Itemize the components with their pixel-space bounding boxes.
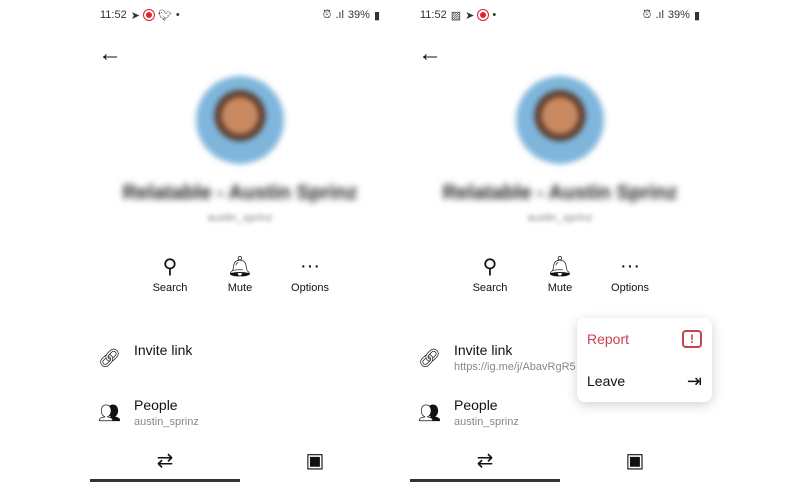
status-time: 11:52 bbox=[100, 9, 127, 21]
people-row[interactable]: 👥︎ People austin_sprinz bbox=[418, 397, 519, 428]
tab-repost[interactable]: ⇄ bbox=[90, 446, 240, 482]
avatar bbox=[516, 76, 604, 164]
leave-label: Leave bbox=[587, 373, 626, 389]
twitter-icon: 🐦︎ bbox=[157, 9, 172, 22]
people-title: People bbox=[134, 397, 178, 413]
mute-button[interactable]: 🔔︎ Mute bbox=[530, 250, 590, 295]
battery-icon: ▮ bbox=[693, 9, 700, 22]
link-icon: 🔗︎ bbox=[418, 348, 441, 368]
battery-level: 39% bbox=[347, 9, 370, 21]
dot-icon: • bbox=[492, 9, 497, 21]
notification-icon bbox=[478, 10, 489, 20]
options-button[interactable]: ··· Options bbox=[280, 250, 340, 295]
leave-icon: ⇥ bbox=[686, 370, 702, 391]
search-label: Search bbox=[472, 282, 508, 294]
more-icon: ··· bbox=[300, 254, 320, 277]
status-bar: 11:52 ➤ 🐦︎ • ⏰︎ .ıl 39% ▮ bbox=[100, 8, 380, 22]
more-icon: ··· bbox=[620, 254, 640, 277]
report-label: Report bbox=[587, 331, 630, 347]
notification-icon bbox=[143, 10, 154, 20]
status-time: 11:52 bbox=[420, 9, 447, 21]
battery-level: 39% bbox=[667, 9, 690, 21]
bell-icon: 🔔︎ bbox=[547, 255, 573, 278]
chat-username: austin_sprinz bbox=[207, 212, 273, 224]
invite-link-value: https://ig.me/j/AbavRgR5 bbox=[454, 361, 576, 373]
back-arrow-icon[interactable]: ← bbox=[98, 40, 122, 68]
search-label: Search bbox=[152, 282, 188, 294]
phone-screen-right: 11:52 ▨ ➤ • ⏰︎ .ıl 39% ▮ ← Relatable - Austin … bbox=[410, 0, 712, 485]
media-icon: ▣ bbox=[625, 450, 645, 472]
telegram-icon: ➤ bbox=[465, 9, 475, 22]
menu-item-report[interactable]: Report! bbox=[577, 318, 712, 360]
link-icon: 🔗︎ bbox=[98, 348, 121, 368]
menu-item-leave[interactable]: Leave ⇥ bbox=[577, 360, 712, 402]
tab-media[interactable]: ▣ bbox=[560, 446, 710, 482]
status-bar: 11:52 ▨ ➤ • ⏰︎ .ıl 39% ▮ bbox=[420, 8, 700, 22]
phone-screen-left: 11:52 ➤ 🐦︎ • ⏰︎ .ıl 39% ▮ ← Relatable - Austin… bbox=[90, 0, 390, 485]
avatar bbox=[196, 76, 284, 164]
alarm-icon: ⏰︎ bbox=[322, 8, 332, 21]
chat-name: Relatable - Austin Sprinz bbox=[122, 182, 358, 204]
battery-icon: ▮ bbox=[373, 9, 380, 22]
tab-media[interactable]: ▣ bbox=[240, 446, 390, 482]
options-label: Options bbox=[611, 282, 649, 294]
people-value: austin_sprinz bbox=[134, 416, 199, 428]
mute-label: Mute bbox=[547, 282, 573, 294]
options-label: Options bbox=[291, 282, 329, 294]
signal-icon: .ıl bbox=[655, 9, 664, 21]
back-arrow-icon[interactable]: ← bbox=[418, 40, 442, 68]
dot-icon: • bbox=[175, 9, 180, 21]
alarm-icon: ⏰︎ bbox=[642, 8, 652, 21]
chat-username: austin_sprinz bbox=[527, 212, 593, 224]
options-menu: Report! Leave ⇥ bbox=[577, 318, 712, 402]
search-icon: ⚲ bbox=[482, 255, 498, 278]
people-icon: 👥︎ bbox=[418, 403, 441, 423]
telegram-icon: ➤ bbox=[130, 9, 140, 22]
gallery-icon: ▨ bbox=[450, 9, 462, 22]
people-title: People bbox=[454, 397, 498, 413]
report-icon: ! bbox=[682, 330, 702, 348]
repost-icon: ⇄ bbox=[476, 450, 494, 472]
search-button[interactable]: ⚲ Search bbox=[460, 250, 520, 295]
mute-label: Mute bbox=[227, 282, 253, 294]
media-icon: ▣ bbox=[305, 450, 325, 472]
options-button[interactable]: ··· Options bbox=[600, 250, 660, 295]
signal-icon: .ıl bbox=[335, 9, 344, 21]
people-icon: 👥︎ bbox=[98, 403, 121, 423]
people-value: austin_sprinz bbox=[454, 416, 519, 428]
people-row[interactable]: 👥︎ People austin_sprinz bbox=[98, 397, 199, 428]
chat-name: Relatable - Austin Sprinz bbox=[442, 182, 678, 204]
mute-button[interactable]: 🔔︎ Mute bbox=[210, 250, 270, 295]
invite-link-title: Invite link bbox=[134, 342, 193, 358]
repost-icon: ⇄ bbox=[156, 450, 174, 472]
search-button[interactable]: ⚲ Search bbox=[140, 250, 200, 295]
tab-repost[interactable]: ⇄ bbox=[410, 446, 560, 482]
invite-link-title: Invite link bbox=[454, 342, 513, 358]
bell-icon: 🔔︎ bbox=[227, 255, 253, 278]
search-icon: ⚲ bbox=[162, 255, 178, 278]
invite-link-row[interactable]: 🔗︎ Invite link https://ig.me/j/AbavRgR5 bbox=[418, 342, 576, 373]
invite-link-row[interactable]: 🔗︎ Invite link bbox=[98, 342, 192, 369]
